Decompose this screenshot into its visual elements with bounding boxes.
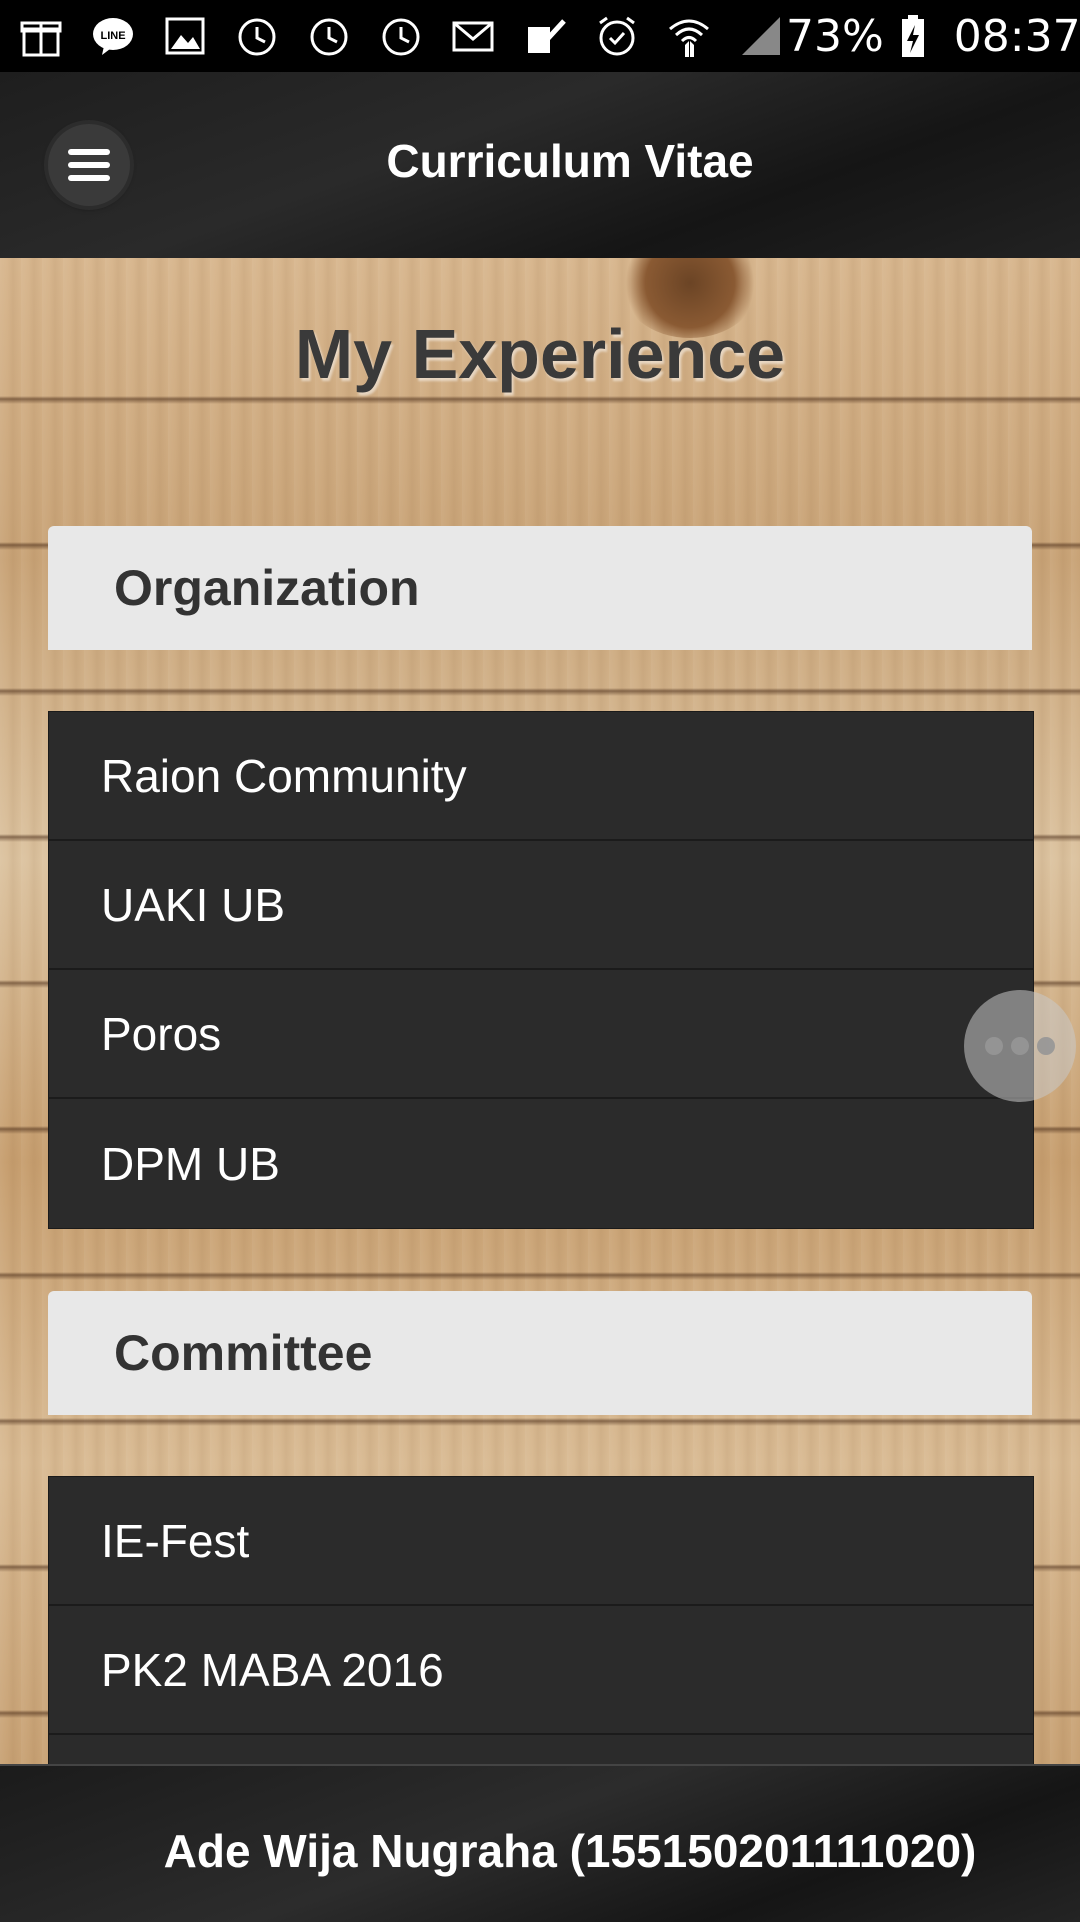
committee-list: IE-Fest PK2 MABA 2016: [48, 1476, 1034, 1764]
section-header: Committee: [48, 1291, 1032, 1415]
alarm-icon: [376, 11, 426, 61]
alarm-icon: [304, 11, 354, 61]
page-title: My Experience: [294, 315, 786, 393]
section-header: Organization: [48, 526, 1032, 650]
gift-icon: [16, 11, 66, 61]
app-title: Curriculum Vitae: [386, 135, 754, 187]
clock: 08:37: [953, 10, 1080, 62]
list-item[interactable]: UAKI UB: [49, 841, 1033, 970]
alarm-icon: [232, 11, 282, 61]
gallery-icon: [160, 11, 210, 61]
list-item[interactable]: Raion Community: [49, 712, 1033, 841]
organization-list: Raion Community UAKI UB Poros DPM UB: [48, 711, 1034, 1229]
svg-text:LINE: LINE: [100, 30, 125, 42]
section-organization: Organization: [48, 526, 1032, 650]
line-icon: LINE: [88, 11, 138, 61]
battery-percent: 73%: [786, 10, 884, 62]
status-bar: LINE 73% 08:37: [0, 0, 1080, 72]
wifi-icon: [664, 11, 714, 61]
list-item[interactable]: PK2 MABA 2016: [49, 1606, 1033, 1735]
list-item[interactable]: Poros: [49, 970, 1033, 1099]
floating-more-button[interactable]: [964, 990, 1076, 1102]
signal-icon: [736, 11, 786, 61]
battery-icon: [894, 11, 944, 61]
list-item[interactable]: DPM UB: [49, 1099, 1033, 1228]
footer-author: Ade Wija Nugraha (155150201111020): [163, 1825, 977, 1877]
content-area[interactable]: My Experience Organization Raion Communi…: [0, 258, 1080, 1764]
alarm-clock-icon: [592, 11, 642, 61]
notification-icons: LINE: [16, 11, 786, 61]
mail-icon: [448, 11, 498, 61]
more-icon: [985, 1037, 1003, 1055]
list-item[interactable]: IE-Fest: [49, 1477, 1033, 1606]
section-committee: Committee: [48, 1291, 1032, 1415]
app-header: Curriculum Vitae: [0, 72, 1080, 258]
task-icon: [520, 11, 570, 61]
footer: Ade Wija Nugraha (155150201111020): [0, 1764, 1080, 1922]
